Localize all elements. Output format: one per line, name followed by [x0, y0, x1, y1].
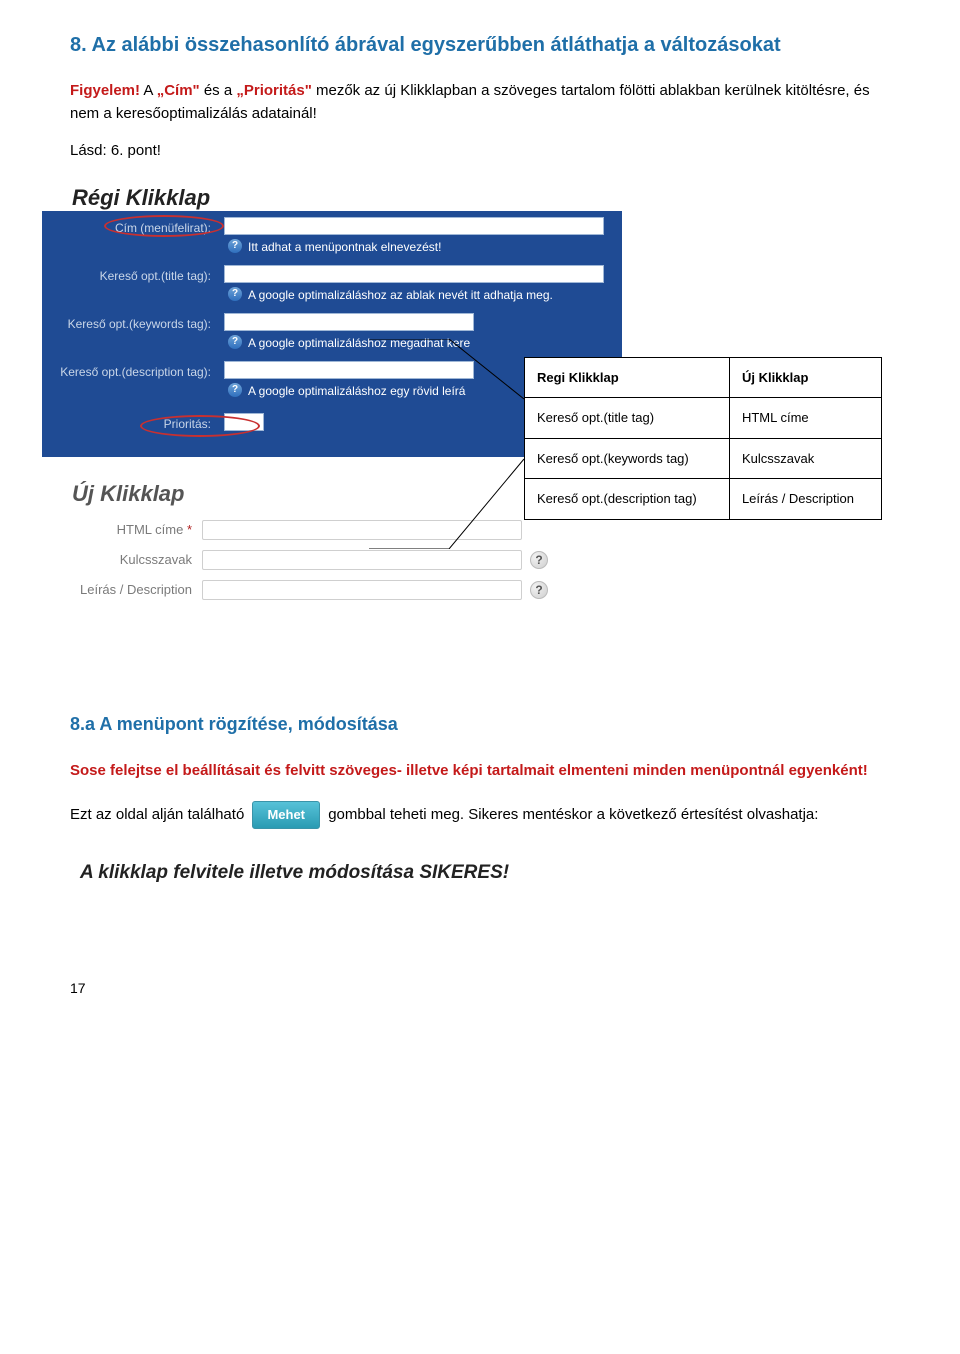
old-row-1-help: A google optimalizáláshoz az ablak nevét…: [248, 286, 553, 304]
mapping-table: Regi Klikklap Új Klikklap Kereső opt.(ti…: [524, 357, 882, 520]
old-row-2-input[interactable]: [224, 313, 474, 331]
old-prioritas-label: Prioritás:: [42, 415, 217, 433]
help-icon[interactable]: ?: [228, 239, 242, 253]
intro-cim: „Cím": [157, 82, 200, 99]
help-icon[interactable]: ?: [228, 335, 242, 349]
new-row-1-input[interactable]: [202, 550, 522, 570]
para-p1: Ezt az oldal alján található: [70, 806, 244, 823]
old-row-0-help: Itt adhat a menüpontnak elnevezést!: [248, 238, 441, 256]
page-number: 17: [70, 978, 890, 999]
mapping-head-new: Új Klikklap: [729, 357, 881, 398]
mapping-head-old: Regi Klikklap: [525, 357, 730, 398]
old-panel-title: Régi Klikklap: [72, 181, 210, 214]
help-icon[interactable]: ?: [228, 287, 242, 301]
mapping-2-old: Kereső opt.(description tag): [525, 479, 730, 520]
help-icon[interactable]: ?: [530, 581, 548, 599]
para-p2: gombbal teheti meg. Sikeres mentéskor a …: [328, 806, 818, 823]
mapping-callout: Regi Klikklap Új Klikklap Kereső opt.(ti…: [524, 357, 882, 520]
instruction-paragraph: Ezt az oldal alján található Mehet gombb…: [70, 801, 890, 829]
new-row-0-label: HTML címe: [117, 522, 184, 537]
intro-t2: és a: [200, 82, 237, 99]
mapping-1-old: Kereső opt.(keywords tag): [525, 438, 730, 479]
see-reference: Lásd: 6. pont!: [70, 140, 890, 163]
intro-figyelem: Figyelem!: [70, 82, 140, 99]
old-row-1-input[interactable]: [224, 265, 604, 283]
mehet-button[interactable]: Mehet: [252, 801, 320, 829]
new-row-2-label: Leírás / Description: [42, 580, 202, 600]
old-row-3-help: A google optimalizáláshoz egy rövid leír…: [248, 382, 465, 400]
mapping-2-new: Leírás / Description: [729, 479, 881, 520]
intro-t1: A: [140, 82, 157, 99]
old-row-0-input[interactable]: [224, 217, 604, 235]
mapping-0-old: Kereső opt.(title tag): [525, 398, 730, 439]
old-row-2-label: Kereső opt.(keywords tag):: [42, 315, 217, 333]
success-message: A klikklap felvitele illetve módosítása …: [80, 859, 890, 888]
help-icon[interactable]: ?: [228, 383, 242, 397]
required-asterisk: *: [187, 522, 192, 537]
old-row-3-input[interactable]: [224, 361, 474, 379]
mapping-0-new: HTML címe: [729, 398, 881, 439]
warning-text: Sose felejtse el beállításait és felvitt…: [70, 758, 890, 784]
intro-prioritas: „Prioritás": [236, 82, 311, 99]
new-row-0: HTML címe *: [42, 520, 622, 540]
old-row-2-help: A google optimalizáláshoz megadhat kere: [248, 334, 470, 352]
old-row-3-label: Kereső opt.(description tag):: [42, 363, 217, 381]
new-row-1: Kulcsszavak ?: [42, 550, 622, 570]
section-8a-title: 8.a A menüpont rögzítése, módosítása: [70, 711, 890, 738]
section-8-title: 8. Az alábbi összehasonlító ábrával egys…: [70, 30, 890, 60]
new-row-0-input[interactable]: [202, 520, 522, 540]
old-prioritas-input[interactable]: [224, 413, 264, 431]
new-row-1-label: Kulcsszavak: [42, 550, 202, 570]
mapping-1-new: Kulcsszavak: [729, 438, 881, 479]
comparison-figure: Régi Klikklap Cím (menüfelirat): ? Itt a…: [42, 181, 862, 651]
new-row-2: Leírás / Description ?: [42, 580, 622, 600]
old-row-0-label: Cím (menüfelirat):: [42, 219, 217, 237]
new-row-2-input[interactable]: [202, 580, 522, 600]
old-row-1-label: Kereső opt.(title tag):: [42, 267, 217, 285]
intro-paragraph: Figyelem! A „Cím" és a „Prioritás" mezők…: [70, 80, 890, 125]
help-icon[interactable]: ?: [530, 551, 548, 569]
